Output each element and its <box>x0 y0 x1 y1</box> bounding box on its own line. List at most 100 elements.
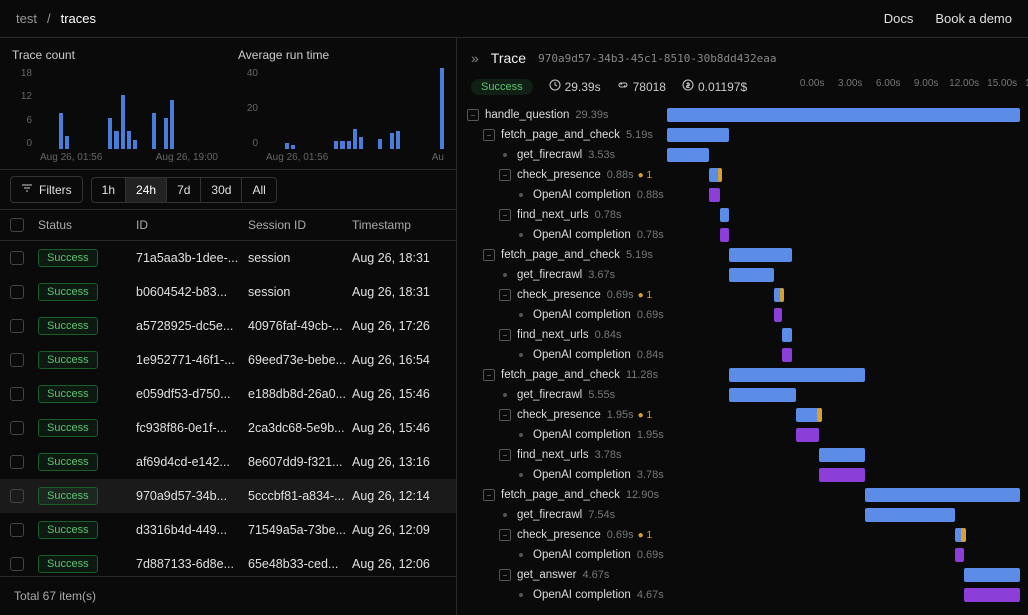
header-status[interactable]: Status <box>38 218 136 232</box>
row-checkbox[interactable] <box>10 455 24 469</box>
time-tab-1h[interactable]: 1h <box>91 177 126 203</box>
span-row[interactable]: OpenAI completion0.69s <box>467 305 1020 325</box>
table-row[interactable]: Success1e952771-46f1-...69eed73e-bebe...… <box>0 343 456 377</box>
chart-bar[interactable] <box>378 139 382 149</box>
row-checkbox[interactable] <box>10 421 24 435</box>
table-row[interactable]: Successaf69d4cd-e142...8e607dd9-f321...A… <box>0 445 456 479</box>
span-row[interactable]: −handle_question29.39s <box>467 105 1020 125</box>
span-bar[interactable] <box>729 248 791 262</box>
chart-bar[interactable] <box>347 141 351 149</box>
select-all-checkbox[interactable] <box>10 218 24 232</box>
collapse-toggle-icon[interactable]: − <box>499 569 511 581</box>
time-tab-7d[interactable]: 7d <box>166 177 201 203</box>
chart-bar[interactable] <box>390 133 394 149</box>
chart-bar[interactable] <box>59 113 63 149</box>
span-row[interactable]: get_firecrawl3.53s <box>467 145 1020 165</box>
span-row[interactable]: OpenAI completion4.67s <box>467 585 1020 605</box>
chart-bar[interactable] <box>121 95 125 149</box>
chart-bar[interactable] <box>164 118 168 150</box>
span-bar[interactable] <box>782 328 792 342</box>
chart-bar[interactable] <box>334 141 338 149</box>
collapse-toggle-icon[interactable]: − <box>499 289 511 301</box>
collapse-toggle-icon[interactable]: − <box>499 529 511 541</box>
chart-bar[interactable] <box>285 143 289 149</box>
span-row[interactable]: −check_presence1.95s● 1 <box>467 405 1020 425</box>
span-bar[interactable] <box>667 128 729 142</box>
span-bar[interactable] <box>774 308 782 322</box>
collapse-toggle-icon[interactable]: − <box>499 209 511 221</box>
chart-bar[interactable] <box>291 145 295 149</box>
collapse-toggle-icon[interactable]: − <box>483 129 495 141</box>
span-bar[interactable] <box>720 228 730 242</box>
span-row[interactable]: OpenAI completion0.84s <box>467 345 1020 365</box>
row-checkbox[interactable] <box>10 285 24 299</box>
span-row[interactable]: −fetch_page_and_check11.28s <box>467 365 1020 385</box>
row-checkbox[interactable] <box>10 557 24 571</box>
span-bar[interactable] <box>782 348 792 362</box>
span-row[interactable]: −fetch_page_and_check5.19s <box>467 245 1020 265</box>
chart-bar[interactable] <box>340 141 344 149</box>
span-row[interactable]: OpenAI completion1.95s <box>467 425 1020 445</box>
span-row[interactable]: −find_next_urls0.78s <box>467 205 1020 225</box>
row-checkbox[interactable] <box>10 489 24 503</box>
time-tab-all[interactable]: All <box>241 177 276 203</box>
chart-bar[interactable] <box>440 68 444 149</box>
span-row[interactable]: −fetch_page_and_check5.19s <box>467 125 1020 145</box>
span-bar[interactable] <box>955 548 963 562</box>
span-row[interactable]: OpenAI completion3.78s <box>467 465 1020 485</box>
span-bar[interactable] <box>720 208 730 222</box>
row-checkbox[interactable] <box>10 319 24 333</box>
header-timestamp[interactable]: Timestamp <box>352 218 446 232</box>
span-bar[interactable] <box>819 448 865 462</box>
span-row[interactable]: −check_presence0.69s● 1 <box>467 285 1020 305</box>
span-bar[interactable] <box>667 148 709 162</box>
span-bar[interactable] <box>865 508 955 522</box>
span-row[interactable]: −find_next_urls0.84s <box>467 325 1020 345</box>
span-bar[interactable] <box>964 588 1020 602</box>
span-row[interactable]: −check_presence0.69s● 1 <box>467 525 1020 545</box>
span-row[interactable]: OpenAI completion0.88s <box>467 185 1020 205</box>
table-row[interactable]: Success970a9d57-34b...5cccbf81-a834-...A… <box>0 479 456 513</box>
collapse-toggle-icon[interactable]: − <box>499 409 511 421</box>
span-row[interactable]: get_firecrawl5.55s <box>467 385 1020 405</box>
row-checkbox[interactable] <box>10 387 24 401</box>
chart-bar[interactable] <box>152 113 156 149</box>
span-bar[interactable] <box>796 428 819 442</box>
span-bar[interactable] <box>865 488 1020 502</box>
time-tab-24h[interactable]: 24h <box>125 177 167 203</box>
span-row[interactable]: −fetch_page_and_check12.90s <box>467 485 1020 505</box>
time-tab-30d[interactable]: 30d <box>200 177 242 203</box>
docs-link[interactable]: Docs <box>884 11 914 26</box>
filters-button[interactable]: Filters <box>10 176 83 203</box>
span-bar[interactable] <box>729 388 796 402</box>
chart-bar[interactable] <box>396 131 400 149</box>
book-demo-link[interactable]: Book a demo <box>935 11 1012 26</box>
span-row[interactable]: OpenAI completion0.78s <box>467 225 1020 245</box>
breadcrumb-root[interactable]: test <box>16 11 37 26</box>
row-checkbox[interactable] <box>10 353 24 367</box>
span-bar[interactable] <box>729 268 773 282</box>
row-checkbox[interactable] <box>10 523 24 537</box>
span-row[interactable]: −get_answer4.67s <box>467 565 1020 585</box>
breadcrumb-current[interactable]: traces <box>61 11 96 26</box>
span-row[interactable]: −find_next_urls3.78s <box>467 445 1020 465</box>
table-row[interactable]: Successd3316b4d-449...71549a5a-73be...Au… <box>0 513 456 547</box>
row-checkbox[interactable] <box>10 251 24 265</box>
collapse-toggle-icon[interactable]: − <box>483 369 495 381</box>
chart-bar[interactable] <box>133 140 137 149</box>
table-row[interactable]: Successe059df53-d750...e188db8d-26a0...A… <box>0 377 456 411</box>
chart-bar[interactable] <box>170 100 174 150</box>
collapse-toggle-icon[interactable]: − <box>499 329 511 341</box>
span-bar[interactable] <box>709 188 720 202</box>
chart-bar[interactable] <box>127 131 131 149</box>
header-session[interactable]: Session ID <box>248 218 352 232</box>
table-row[interactable]: Successb0604542-b83...sessionAug 26, 18:… <box>0 275 456 309</box>
table-row[interactable]: Success71a5aa3b-1dee-...sessionAug 26, 1… <box>0 241 456 275</box>
span-row[interactable]: OpenAI completion0.69s <box>467 545 1020 565</box>
collapse-toggle-icon[interactable]: − <box>499 449 511 461</box>
chart-bar[interactable] <box>353 129 357 149</box>
collapse-toggle-icon[interactable]: − <box>499 169 511 181</box>
span-bar[interactable] <box>729 368 865 382</box>
table-row[interactable]: Successa5728925-dc5e...40976faf-49cb-...… <box>0 309 456 343</box>
collapse-toggle-icon[interactable]: − <box>483 249 495 261</box>
